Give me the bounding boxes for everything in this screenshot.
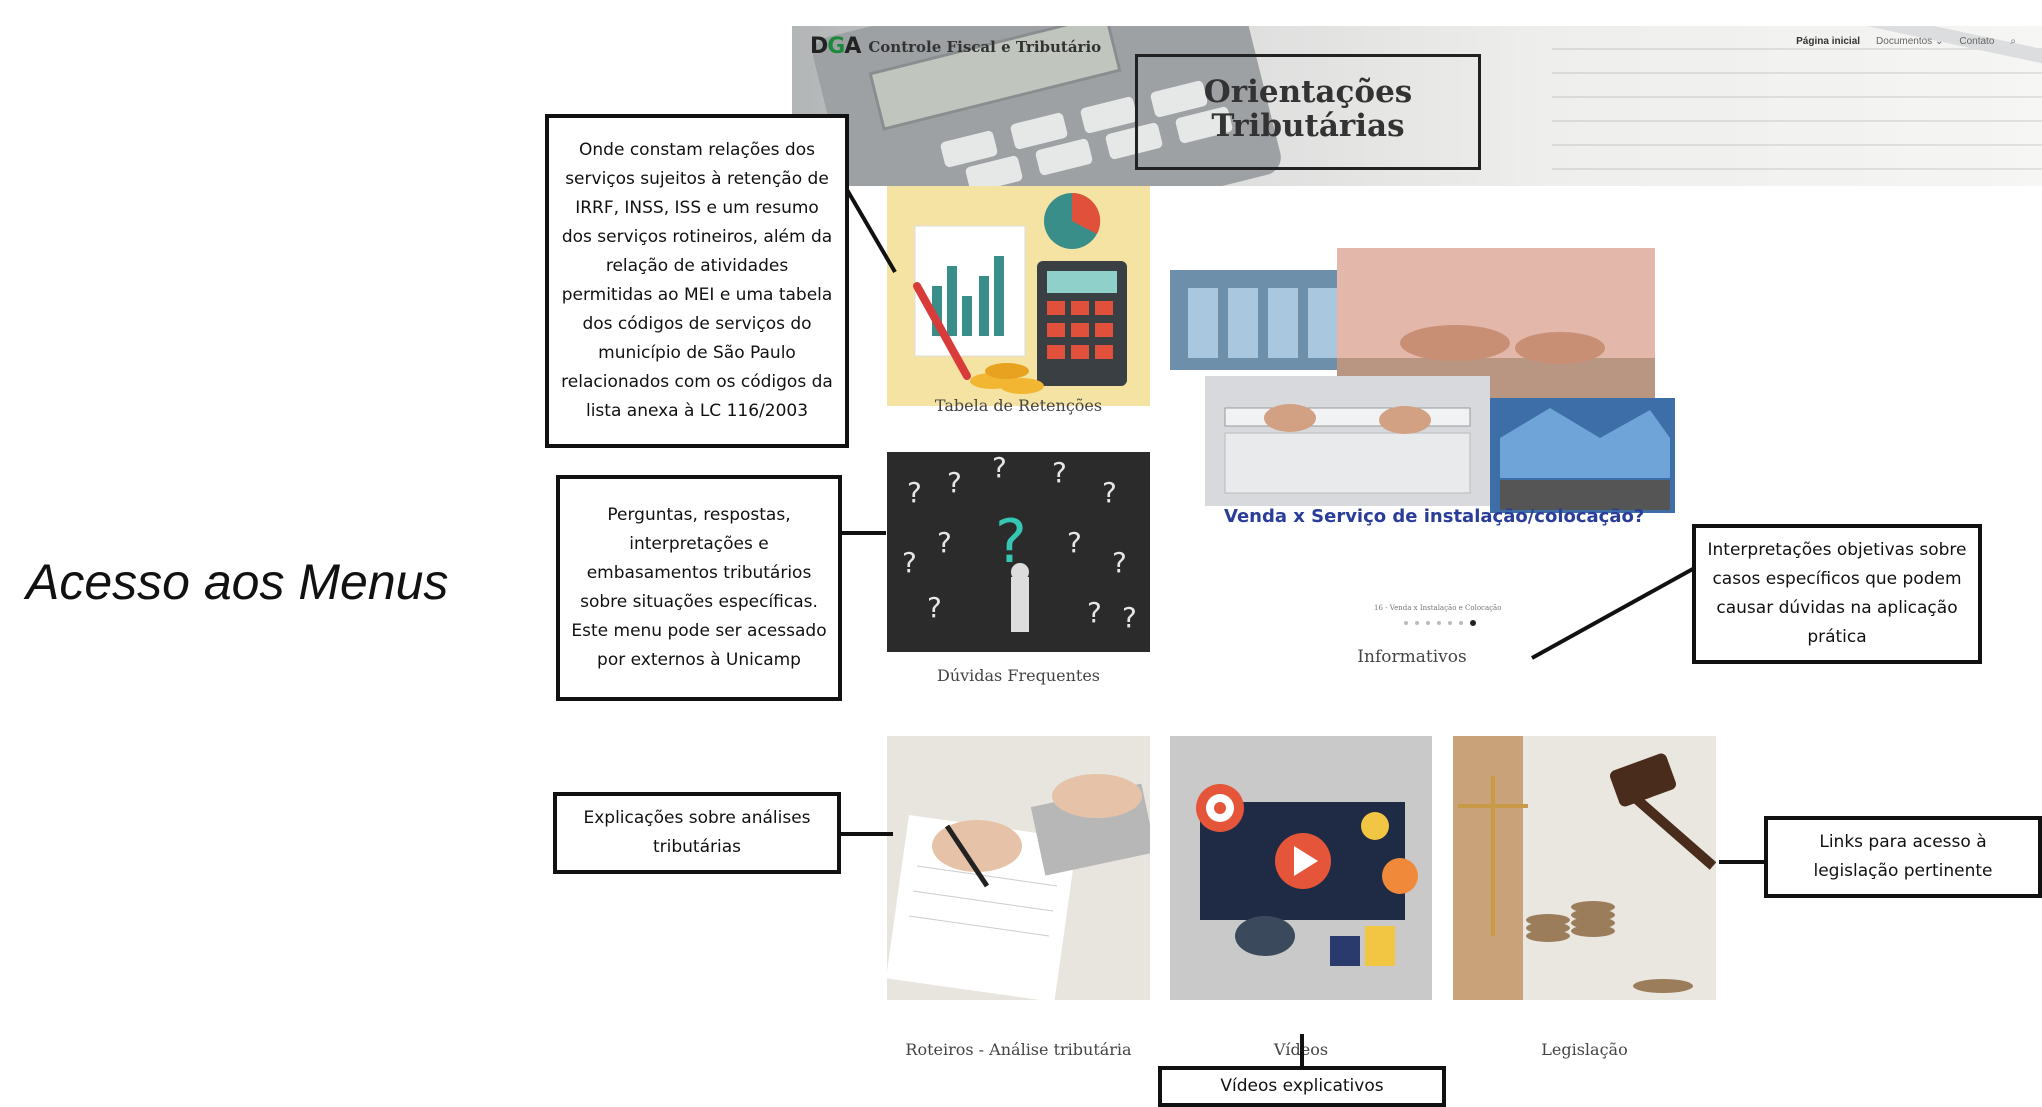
annotation-roteiros: Explicações sobre análises tributárias bbox=[553, 792, 841, 874]
annotation-tabela: Onde constam relações dos serviços sujei… bbox=[545, 114, 849, 448]
annotation-videos: Vídeos explicativos bbox=[1158, 1066, 1446, 1107]
annotation-informativos: Interpretações objetivas sobre casos esp… bbox=[1692, 524, 1982, 664]
annotation-duvidas: Perguntas, respostas, interpretações e e… bbox=[556, 475, 842, 701]
annotation-legislacao: Links para acesso à legislação pertinent… bbox=[1764, 816, 2042, 898]
